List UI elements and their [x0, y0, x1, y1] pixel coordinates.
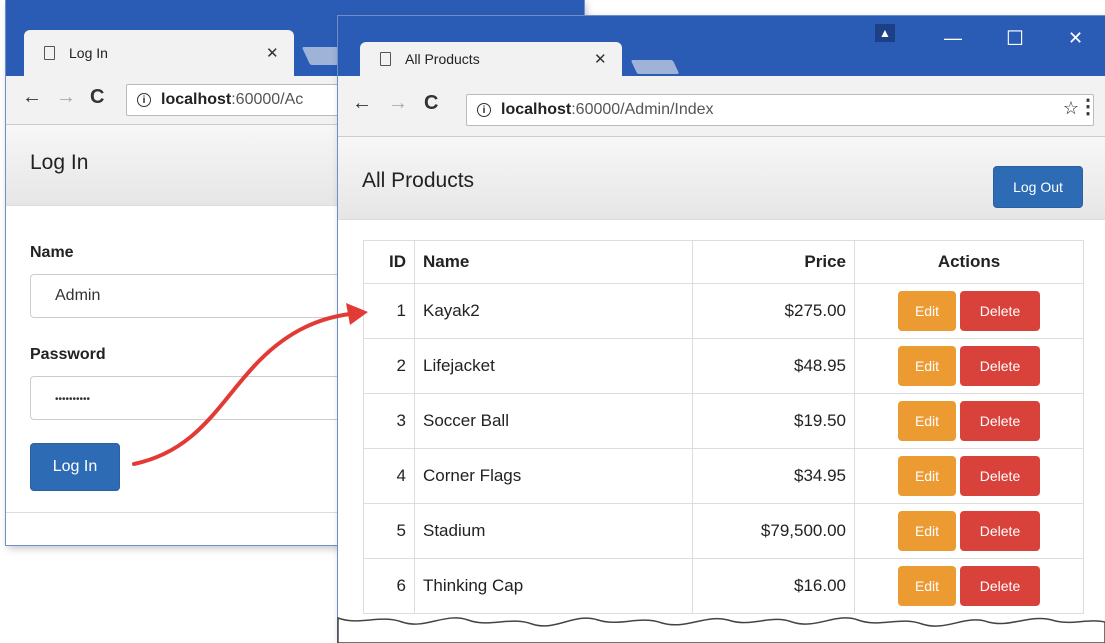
info-icon: i	[137, 93, 151, 107]
profile-icon[interactable]: ▲	[875, 24, 895, 42]
edit-button[interactable]: Edit	[898, 511, 956, 551]
tab-title: Log In	[69, 45, 108, 61]
product-id: 4	[363, 448, 415, 504]
product-id: 6	[363, 558, 415, 614]
tab-log-in[interactable]: Log In ✕	[24, 30, 294, 76]
col-name-header: Name	[414, 240, 693, 284]
product-id: 2	[363, 338, 415, 394]
page-icon	[44, 46, 55, 60]
table-row: 5 Stadium $79,500.00 Edit Delete	[363, 503, 1084, 559]
minimize-icon[interactable]: —	[944, 28, 962, 49]
log-in-button-label: Log In	[52, 458, 98, 475]
product-name: Soccer Ball	[414, 393, 693, 449]
col-price-header: Price	[692, 240, 855, 284]
product-name: Stadium	[414, 503, 693, 559]
delete-button[interactable]: Delete	[960, 456, 1040, 496]
products-browser-window: ▲ — ☐ ✕ All Products ✕ ← → C i localhost…	[338, 16, 1105, 643]
products-panel-heading: All Products Log Out	[338, 137, 1105, 220]
close-icon[interactable]: ✕	[266, 44, 279, 62]
reload-icon[interactable]: C	[424, 92, 438, 115]
product-id: 1	[363, 283, 415, 339]
back-icon[interactable]: ←	[352, 92, 372, 115]
page-icon	[380, 52, 391, 66]
tab-title: All Products	[405, 51, 480, 67]
product-price: $275.00	[692, 283, 855, 339]
product-name: Corner Flags	[414, 448, 693, 504]
product-actions: Edit Delete	[854, 338, 1084, 394]
edit-button[interactable]: Edit	[898, 291, 956, 331]
products-toolbar: ← → C i localhost:60000/Admin/Index ☆ ⋮	[338, 76, 1105, 137]
table-row: 3 Soccer Ball $19.50 Edit Delete	[363, 393, 1084, 449]
bookmark-star-icon[interactable]: ☆	[1063, 98, 1079, 119]
product-price: $79,500.00	[692, 503, 855, 559]
forward-icon[interactable]: →	[388, 92, 408, 115]
table-row: 2 Lifejacket $48.95 Edit Delete	[363, 338, 1084, 394]
product-actions: Edit Delete	[854, 283, 1084, 339]
menu-icon[interactable]: ⋮	[1078, 94, 1098, 119]
edit-button[interactable]: Edit	[898, 346, 956, 386]
product-id: 3	[363, 393, 415, 449]
back-icon[interactable]: ←	[22, 86, 42, 109]
log-in-button[interactable]: Log In	[30, 443, 120, 491]
password-value: ••••••••••	[55, 394, 91, 405]
delete-button[interactable]: Delete	[960, 566, 1040, 606]
page-title: All Products	[362, 169, 475, 192]
col-id-header: ID	[363, 240, 415, 284]
products-table: ID Name Price Actions 1 Kayak2 $275.00 E…	[363, 240, 1084, 614]
product-actions: Edit Delete	[854, 393, 1084, 449]
product-actions: Edit Delete	[854, 448, 1084, 504]
product-name: Kayak2	[414, 283, 693, 339]
table-row: 4 Corner Flags $34.95 Edit Delete	[363, 448, 1084, 504]
maximize-icon[interactable]: ☐	[1006, 26, 1024, 51]
product-price: $34.95	[692, 448, 855, 504]
url-host: localhost	[161, 91, 232, 108]
col-actions-header: Actions	[854, 240, 1084, 284]
product-actions: Edit Delete	[854, 558, 1084, 614]
product-name: Thinking Cap	[414, 558, 693, 614]
delete-button[interactable]: Delete	[960, 291, 1040, 331]
delete-button[interactable]: Delete	[960, 401, 1040, 441]
edit-button[interactable]: Edit	[898, 456, 956, 496]
delete-button[interactable]: Delete	[960, 346, 1040, 386]
edit-button[interactable]: Edit	[898, 566, 956, 606]
page-title: Log In	[30, 151, 89, 174]
tab-all-products[interactable]: All Products ✕	[360, 42, 622, 76]
name-value: Admin	[55, 287, 101, 304]
product-actions: Edit Delete	[854, 503, 1084, 559]
close-window-icon[interactable]: ✕	[1068, 28, 1083, 49]
table-header-row: ID Name Price Actions	[363, 240, 1084, 284]
close-icon[interactable]: ✕	[594, 50, 607, 68]
product-price: $19.50	[692, 393, 855, 449]
table-row: 1 Kayak2 $275.00 Edit Delete	[363, 283, 1084, 339]
address-bar[interactable]: i localhost:60000/Admin/Index ☆	[466, 94, 1094, 126]
table-row: 6 Thinking Cap $16.00 Edit Delete	[363, 558, 1084, 614]
forward-icon[interactable]: →	[56, 86, 76, 109]
edit-button[interactable]: Edit	[898, 401, 956, 441]
info-icon: i	[477, 103, 491, 117]
delete-button[interactable]: Delete	[960, 511, 1040, 551]
password-label: Password	[30, 346, 106, 363]
product-id: 5	[363, 503, 415, 559]
new-tab-button[interactable]	[630, 60, 680, 74]
log-out-button-label: Log Out	[1013, 179, 1063, 195]
url-path: :60000/Admin/Index	[571, 101, 714, 118]
url-host: localhost	[501, 101, 572, 118]
product-name: Lifejacket	[414, 338, 693, 394]
log-out-button[interactable]: Log Out	[993, 166, 1083, 208]
reload-icon[interactable]: C	[90, 86, 104, 109]
url-path: :60000/Ac	[231, 91, 304, 108]
name-label: Name	[30, 244, 74, 261]
product-price: $48.95	[692, 338, 855, 394]
product-price: $16.00	[692, 558, 855, 614]
